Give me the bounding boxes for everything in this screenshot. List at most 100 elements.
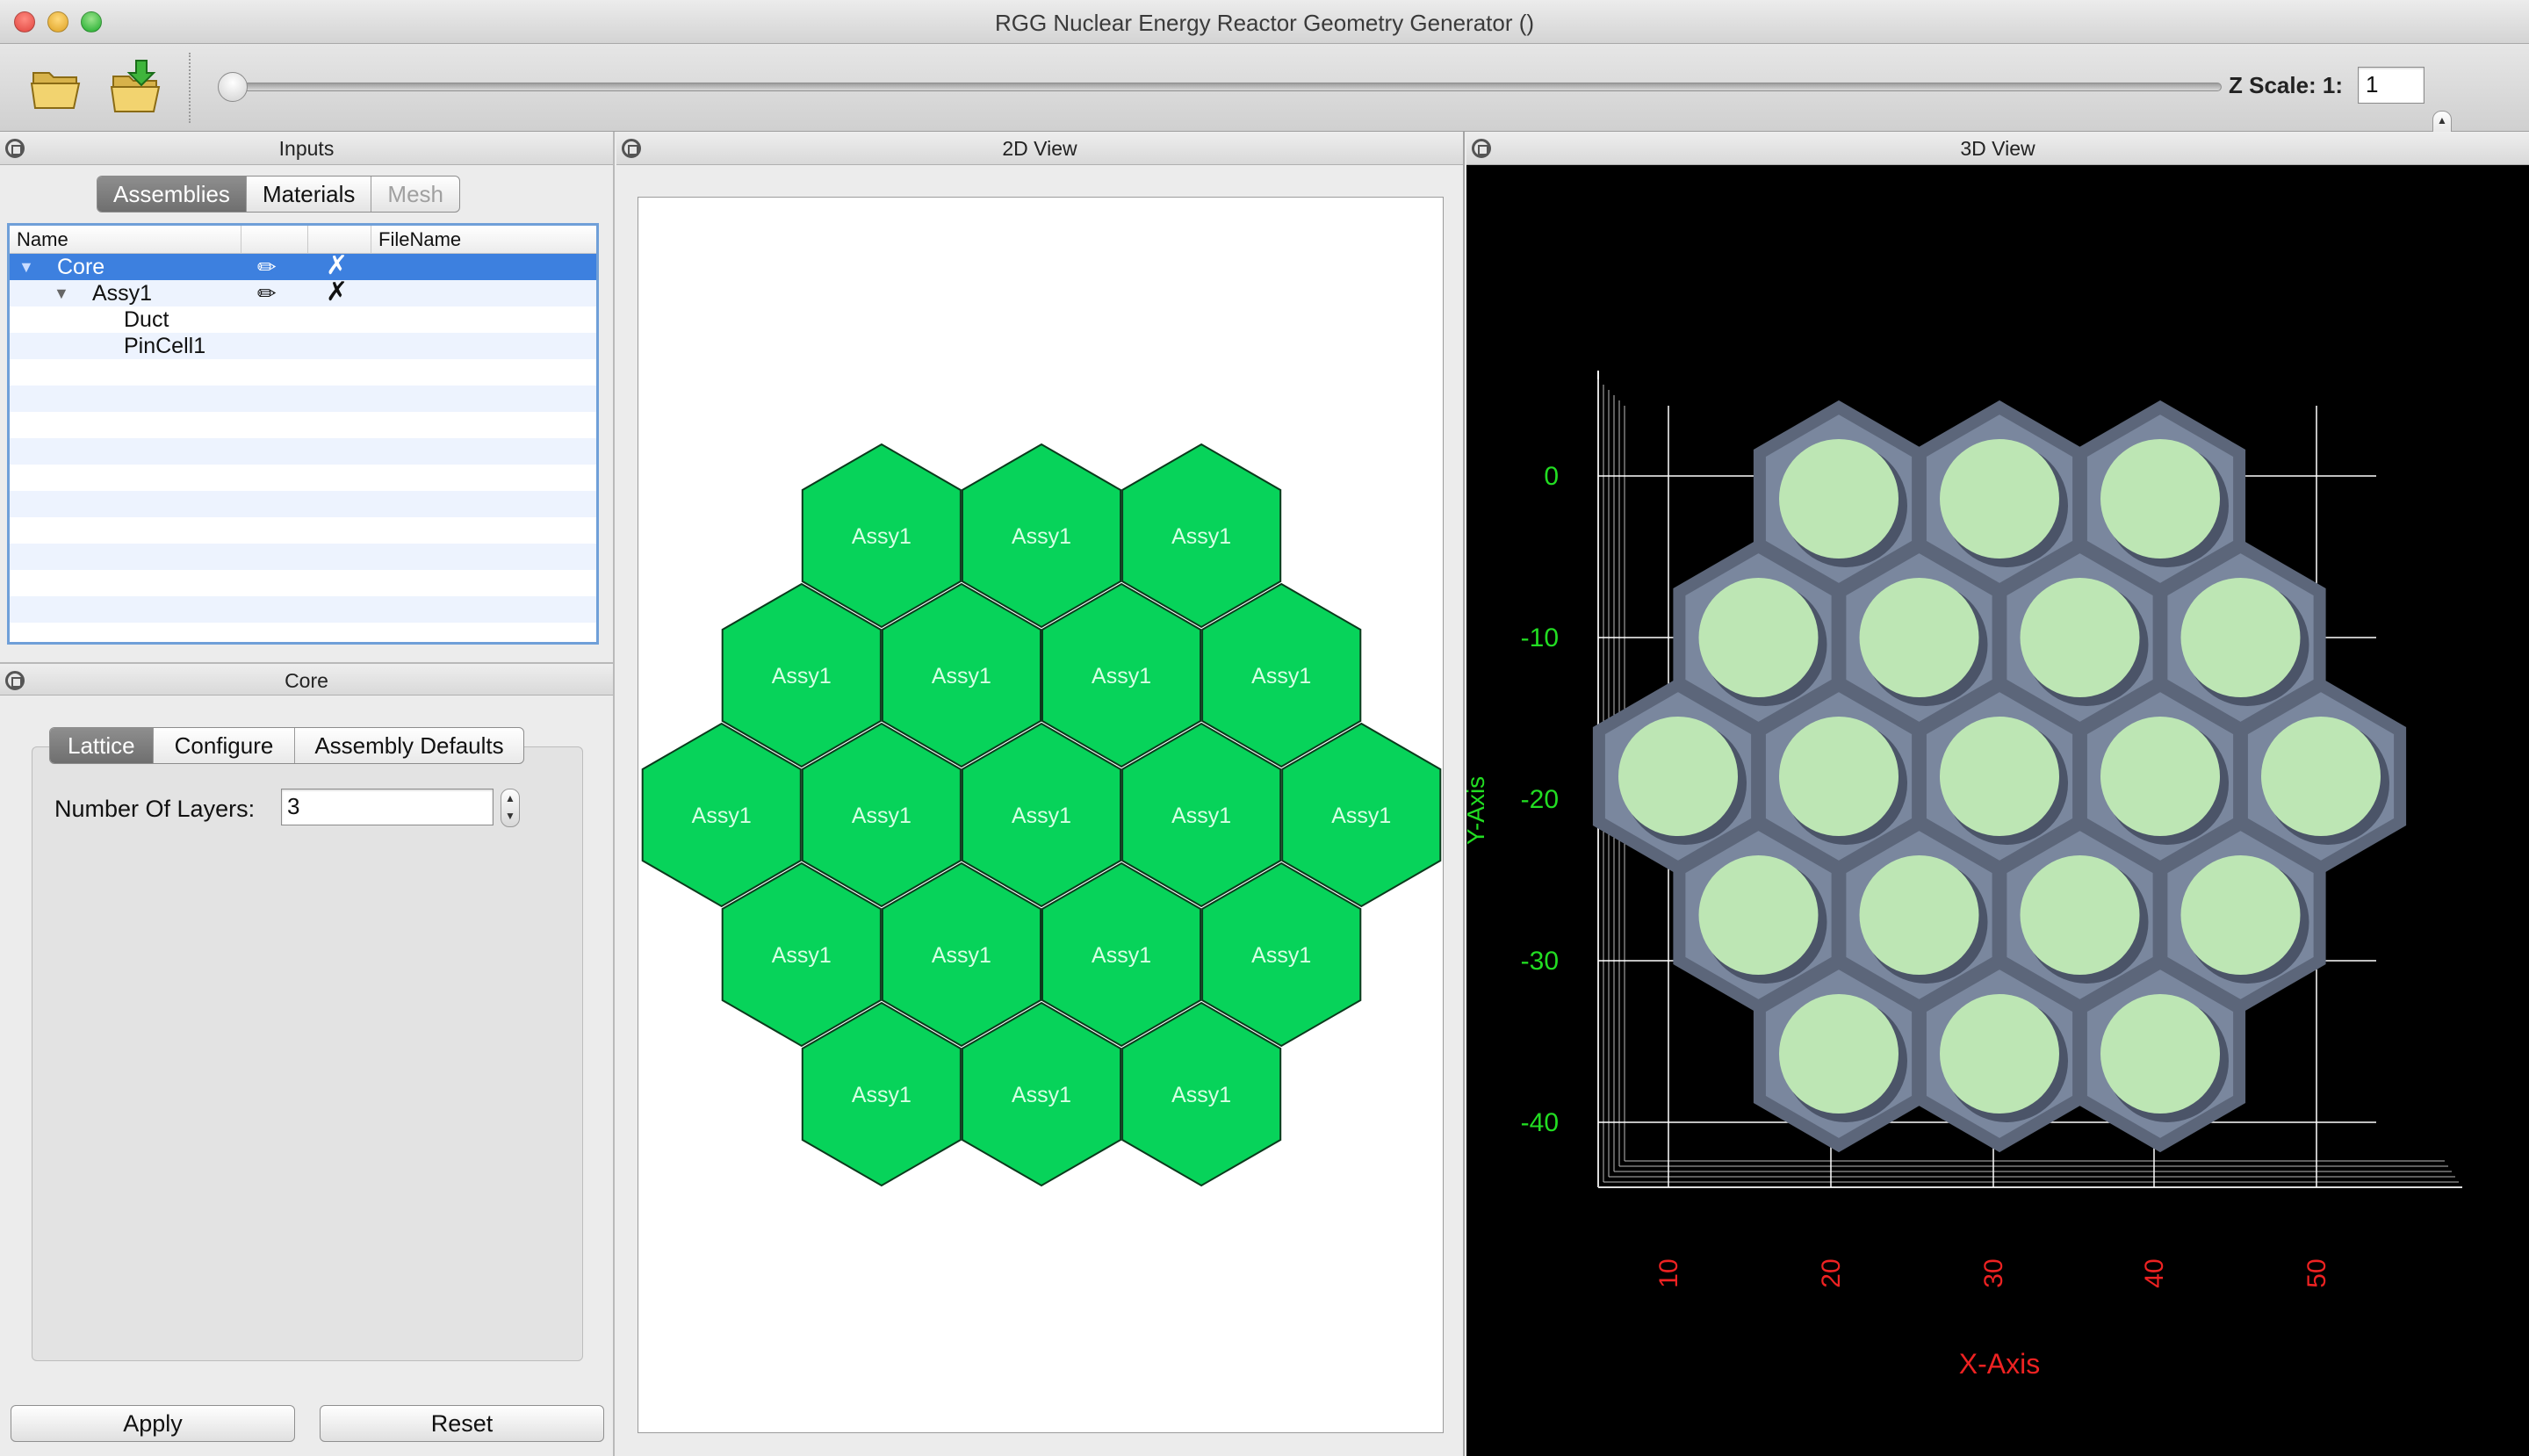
core-tabs: Lattice Configure Assembly Defaults — [49, 727, 524, 764]
left-panel: Inputs Assemblies Materials Mesh Name Fi… — [0, 132, 615, 1456]
tree-row-core[interactable]: ▼ Core ✏ ✗ — [10, 253, 596, 280]
expand-toggle-icon[interactable]: ▼ — [18, 254, 34, 280]
open-file-button[interactable] — [26, 56, 88, 118]
pin-cell-3d[interactable] — [1940, 439, 2059, 559]
tab-configure[interactable]: Configure — [154, 728, 296, 763]
pin-cell-3d[interactable] — [1779, 994, 1899, 1114]
tree-item-label: Core — [57, 255, 105, 279]
pin-cell-3d[interactable] — [1940, 717, 2059, 836]
view3d-undock-icon[interactable] — [1472, 139, 1491, 158]
delete-icon[interactable]: ✗ — [326, 279, 348, 306]
z-scale-slider-handle[interactable] — [218, 72, 248, 102]
pin-cell-3d[interactable] — [1859, 855, 1979, 975]
tree-item-label: Assy1 — [92, 281, 153, 306]
layers-input[interactable]: 3 — [281, 789, 494, 825]
pin-cell-3d[interactable] — [1859, 578, 1979, 697]
tree-item-label: Duct — [124, 307, 169, 332]
assembly-hex-label: Assy1 — [932, 664, 991, 688]
tree-item-label: PinCell1 — [124, 334, 206, 358]
column-delete[interactable] — [308, 226, 371, 253]
assembly-tree[interactable]: Name FileName ▼ Core ✏ ✗ ▼ Assy1 ✏ ✗ Duct PinCell… — [7, 223, 599, 645]
tree-rows: ▼ Core ✏ ✗ ▼ Assy1 ✏ ✗ Duct PinCell1 — [10, 253, 596, 623]
column-edit[interactable] — [241, 226, 308, 253]
pin-cell-3d[interactable] — [2020, 578, 2140, 697]
view3d-canvas[interactable]: 0 -10 -20 -30 -40 10 20 30 40 50 Y-Axis X-Axis — [1466, 165, 2529, 1456]
edit-icon[interactable]: ✏ — [257, 254, 277, 280]
tab-mesh[interactable]: Mesh — [371, 177, 459, 212]
inputs-title: Inputs — [278, 137, 335, 160]
pin-cell-3d[interactable] — [2180, 855, 2301, 975]
tree-row-empty — [10, 544, 596, 570]
view3d-dock-header: 3D View — [1466, 132, 2529, 165]
tree-row-assy1[interactable]: ▼ Assy1 ✏ ✗ — [10, 279, 596, 306]
x-tick-label: 50 — [2302, 1258, 2331, 1287]
assembly-hex-label: Assy1 — [1171, 1083, 1231, 1107]
tree-row-empty — [10, 491, 596, 517]
assembly-hex-label: Assy1 — [1092, 664, 1151, 688]
pin-cell-3d[interactable] — [1698, 578, 1819, 697]
column-name[interactable]: Name — [10, 226, 241, 253]
inputs-undock-icon[interactable] — [5, 139, 25, 158]
assembly-hex-label: Assy1 — [852, 804, 911, 828]
core-undock-icon[interactable] — [5, 671, 25, 690]
import-file-button[interactable] — [107, 56, 169, 118]
toolbar: Z Scale: 1: 1 ▲▼ — [0, 44, 2529, 149]
view2d-title: 2D View — [1002, 137, 1077, 160]
assembly-hex-label: Assy1 — [1012, 804, 1071, 828]
column-filename[interactable]: FileName — [371, 226, 596, 253]
inputs-dock-header: Inputs — [0, 132, 613, 165]
y-tick-label: -10 — [1521, 623, 1559, 652]
pin-cell-3d[interactable] — [2100, 994, 2220, 1114]
tab-lattice[interactable]: Lattice — [50, 728, 154, 763]
app-window: RGG Nuclear Energy Reactor Geometry Gene… — [0, 0, 2529, 1456]
pin-cell-3d[interactable] — [1779, 717, 1899, 836]
z-scale-input[interactable]: 1 — [2358, 67, 2425, 104]
reset-button[interactable]: Reset — [320, 1405, 604, 1442]
layers-label: Number Of Layers: — [54, 796, 256, 822]
pin-cell-3d[interactable] — [2020, 855, 2140, 975]
tab-assemblies[interactable]: Assemblies — [97, 177, 247, 212]
core-title: Core — [285, 669, 328, 692]
tab-materials[interactable]: Materials — [247, 177, 372, 212]
pin-cell-3d[interactable] — [1940, 994, 2059, 1114]
assembly-hex-label: Assy1 — [1331, 804, 1391, 828]
core-dock-header: Core — [0, 662, 613, 696]
pin-cell-3d[interactable] — [1618, 717, 1738, 836]
x-tick-label: 30 — [1979, 1258, 2008, 1287]
tab-assembly-defaults[interactable]: Assembly Defaults — [295, 728, 522, 763]
tree-header: Name FileName — [10, 226, 596, 254]
z-scale-label: Z Scale: 1: — [2229, 72, 2344, 98]
assembly-hex-label: Assy1 — [1251, 943, 1311, 968]
view2d-undock-icon[interactable] — [622, 139, 641, 158]
pin-cell-3d[interactable] — [2261, 717, 2381, 836]
core-lattice-2d[interactable]: Assy1 Assy1 Assy1 Assy1 Assy1 Assy1 Assy1 Assy1… — [638, 198, 1445, 1434]
delete-icon[interactable]: ✗ — [326, 253, 348, 279]
assembly-hex-label: Assy1 — [932, 943, 991, 968]
tree-row-empty — [10, 412, 596, 438]
tree-row-empty — [10, 465, 596, 491]
assembly-hex-label: Assy1 — [772, 664, 832, 688]
view2d-panel: 2D View Assy1 Assy1 Assy1 Assy1 Assy1 Assy1 As… — [616, 132, 1465, 1456]
tree-row-pincell1[interactable]: PinCell1 — [10, 333, 596, 359]
x-tick-label: 20 — [1817, 1258, 1846, 1287]
assembly-hex-label: Assy1 — [852, 1083, 911, 1107]
layers-stepper[interactable]: ▲ ▼ — [501, 789, 520, 827]
y-axis-label: Y-Axis — [1466, 776, 1489, 845]
assembly-hex-label: Assy1 — [772, 943, 832, 968]
view2d-canvas[interactable]: Assy1 Assy1 Assy1 Assy1 Assy1 Assy1 Assy1 Assy1… — [638, 197, 1444, 1433]
assembly-hex-label: Assy1 — [1171, 524, 1231, 549]
view3d-title: 3D View — [1960, 137, 2035, 160]
tree-row-empty — [10, 438, 596, 465]
pin-cell-3d[interactable] — [2100, 717, 2220, 836]
expand-toggle-icon[interactable]: ▼ — [54, 280, 69, 306]
apply-button[interactable]: Apply — [11, 1405, 295, 1442]
pin-cell-3d[interactable] — [1698, 855, 1819, 975]
title-bar: RGG Nuclear Energy Reactor Geometry Gene… — [0, 0, 2529, 44]
tree-row-duct[interactable]: Duct — [10, 306, 596, 333]
edit-icon[interactable]: ✏ — [257, 280, 277, 306]
pin-cell-3d[interactable] — [1779, 439, 1899, 559]
pin-cell-3d[interactable] — [2180, 578, 2301, 697]
pin-cell-3d[interactable] — [2100, 439, 2220, 559]
z-scale-slider[interactable] — [220, 83, 2222, 91]
toolbar-separator — [189, 53, 191, 123]
